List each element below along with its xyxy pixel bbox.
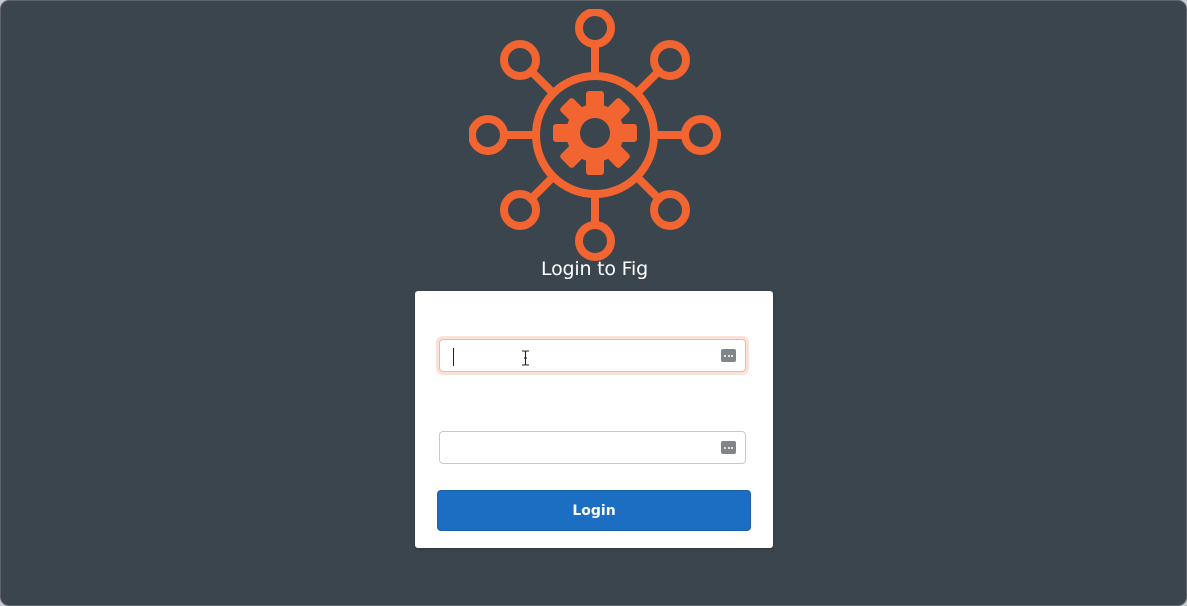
login-card: Login	[415, 291, 773, 548]
keychain-autofill-icon[interactable]	[721, 441, 736, 454]
app-window: Login to Fig Login	[0, 0, 1187, 606]
login-button[interactable]: Login	[437, 490, 751, 531]
password-field[interactable]	[439, 431, 746, 464]
username-field[interactable]	[439, 339, 746, 372]
username-input[interactable]	[440, 340, 745, 371]
fig-logo-icon	[469, 9, 721, 261]
ibeam-cursor-icon	[522, 350, 529, 366]
password-input[interactable]	[440, 432, 745, 463]
keychain-autofill-icon[interactable]	[721, 349, 736, 362]
page-title: Login to Fig	[541, 258, 648, 280]
text-caret	[453, 348, 454, 366]
